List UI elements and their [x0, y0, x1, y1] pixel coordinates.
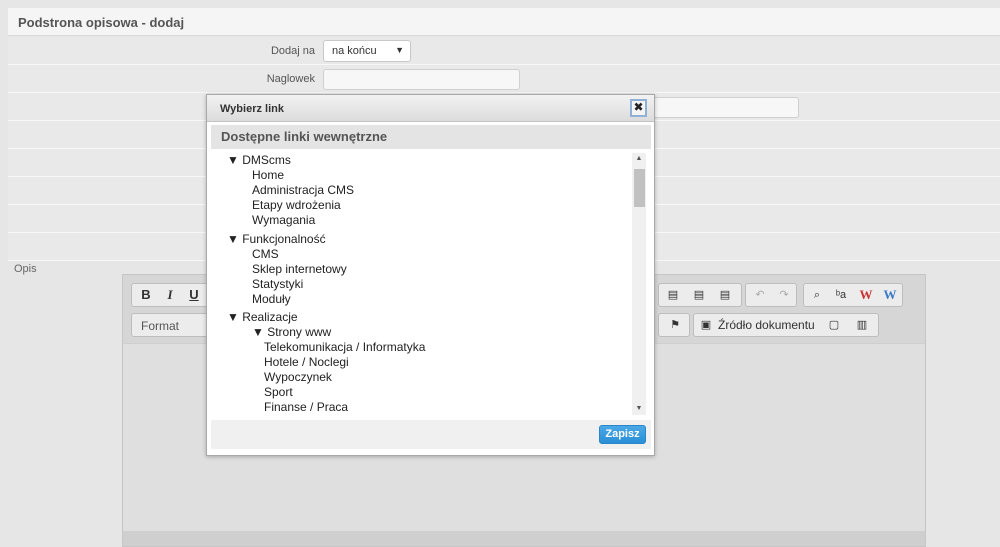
- tree-folder[interactable]: ▼ Funkcjonalność: [227, 232, 326, 246]
- chevron-down-icon: ▼: [395, 45, 404, 55]
- find-toolbar: ⌕ ᵇa W W: [803, 283, 903, 307]
- tree-link[interactable]: Hotele / Noclegi: [264, 355, 349, 369]
- tree-link[interactable]: Etapy wdrożenia: [252, 198, 341, 212]
- tree-link[interactable]: Finanse / Praca: [264, 400, 348, 414]
- paste-text-icon[interactable]: ▤: [689, 286, 709, 304]
- tree-link[interactable]: Sport: [264, 385, 293, 399]
- editor-status-bar: [123, 531, 925, 546]
- tree-link[interactable]: Wymagania: [252, 213, 315, 227]
- source-icon: ▣: [700, 319, 712, 331]
- page-title: Podstrona opisowa - dodaj: [18, 15, 185, 30]
- search-icon[interactable]: ⌕: [807, 286, 827, 304]
- undo-icon[interactable]: ↶: [750, 286, 770, 304]
- tree-link[interactable]: Telekomunikacja / Informatyka: [264, 340, 425, 354]
- undo-toolbar: ↶ ↷: [745, 283, 797, 307]
- section-title: Dostępne linki wewnętrzne: [221, 129, 388, 144]
- section-header: Dostępne linki wewnętrzne: [211, 125, 651, 149]
- scroll-down-icon[interactable]: ▼: [632, 403, 646, 415]
- form-row-position: Dodaj na na końcu ▼: [8, 37, 1000, 65]
- position-label: Dodaj na: [270, 45, 315, 57]
- dialog-footer: Zapisz: [211, 420, 651, 449]
- tree-folder[interactable]: ▼ Realizacje: [227, 310, 298, 324]
- redo-icon[interactable]: ↷: [774, 286, 794, 304]
- tree-link[interactable]: Moduły: [252, 292, 291, 306]
- word-blue-icon[interactable]: W: [880, 286, 900, 304]
- underline-button[interactable]: U: [184, 286, 204, 304]
- tree-link[interactable]: Sklep internetowy: [252, 262, 347, 276]
- heading-label: Naglowek: [266, 73, 315, 85]
- templates-icon[interactable]: ▥: [852, 316, 872, 334]
- dialog-title-bar: Wybierz link ✖: [207, 95, 654, 122]
- form-row-heading: Naglowek: [8, 65, 1000, 93]
- flag-icon[interactable]: ⚑: [665, 316, 685, 334]
- source-button[interactable]: Źródło dokumentu: [718, 318, 815, 332]
- page-header: Podstrona opisowa - dodaj: [8, 8, 1000, 36]
- format-select[interactable]: Format: [131, 313, 213, 337]
- italic-button[interactable]: I: [160, 286, 180, 304]
- preview-icon[interactable]: ▢: [824, 316, 844, 334]
- flag-toolbar: ⚑: [658, 313, 690, 337]
- link-input[interactable]: [651, 97, 799, 118]
- basic-styles-toolbar: B I U: [131, 283, 213, 307]
- tree-link[interactable]: Home: [252, 168, 284, 182]
- position-select[interactable]: na końcu ▼: [323, 40, 411, 62]
- tree-link[interactable]: Administracja CMS: [252, 183, 354, 197]
- description-label: Opis: [14, 263, 37, 275]
- format-select-label: Format: [141, 319, 180, 333]
- clipboard-toolbar: ▤ ▤ ▤: [658, 283, 742, 307]
- tree-folder[interactable]: ▼ DMScms: [227, 153, 291, 167]
- paste-icon[interactable]: ▤: [663, 286, 683, 304]
- document-toolbar: ▣ Źródło dokumentu ▢ ▥: [693, 313, 879, 337]
- dialog-title: Wybierz link: [220, 103, 284, 115]
- link-tree: ▼ DMScms Home Administracja CMS Etapy wdroż…: [211, 153, 633, 415]
- scroll-up-icon[interactable]: ▲: [632, 153, 646, 165]
- tree-scrollbar[interactable]: ▲ ▼: [632, 153, 646, 415]
- tree-folder[interactable]: ▼ Strony www: [252, 325, 331, 339]
- bold-button[interactable]: B: [136, 286, 156, 304]
- close-icon[interactable]: ✖: [630, 99, 647, 117]
- link-dialog: Wybierz link ✖ Dostępne linki wewnętrzne…: [206, 94, 655, 456]
- word-red-icon[interactable]: W: [856, 286, 876, 304]
- paste-word-icon[interactable]: ▤: [715, 286, 735, 304]
- scroll-thumb[interactable]: [634, 169, 645, 207]
- save-button[interactable]: Zapisz: [599, 425, 646, 444]
- tree-link[interactable]: CMS: [252, 247, 279, 261]
- replace-icon[interactable]: ᵇa: [831, 286, 851, 304]
- tree-link[interactable]: Wypoczynek: [264, 370, 332, 384]
- heading-input[interactable]: [323, 69, 520, 90]
- tree-link[interactable]: Statystyki: [252, 277, 303, 291]
- position-select-value: na końcu: [332, 45, 377, 57]
